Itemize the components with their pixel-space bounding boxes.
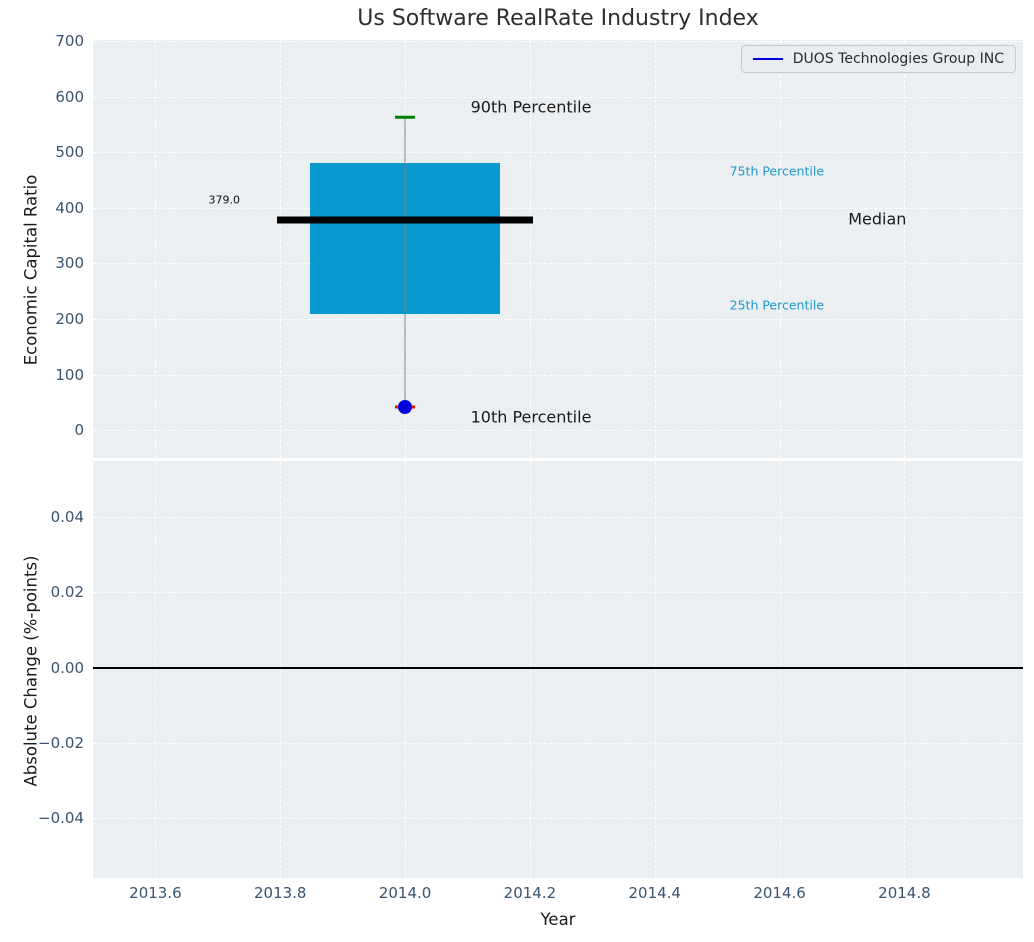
gridline-horizontal [93, 319, 1023, 321]
gridline-vertical [155, 40, 157, 458]
top-y-axis-label: Economic Capital Ratio [21, 174, 41, 366]
gridline-vertical [529, 461, 531, 878]
annotation-379-0: 379.0 [208, 193, 240, 207]
x-tick-label: 2014.6 [753, 884, 806, 902]
figure: Us Software RealRate Industry Index Econ… [0, 0, 1034, 942]
x-tick-label: 2013.6 [129, 884, 182, 902]
y-tick-label: 100 [55, 365, 84, 384]
gridline-horizontal [93, 592, 1023, 594]
gridline-vertical [280, 40, 282, 458]
y-tick-label: 700 [55, 32, 84, 51]
x-axis-label: Year [540, 910, 576, 929]
gridline-horizontal [93, 41, 1023, 43]
gridline-horizontal [93, 374, 1023, 376]
bottom-axes: 0.04 0.02 0.00 −0.02 −0.04 [38, 461, 1023, 878]
y-tick-label: 400 [55, 198, 84, 217]
median-line [277, 216, 534, 224]
y-tick-label: 0.02 [50, 583, 84, 602]
bottom-y-axis-label: Absolute Change (%-points) [21, 555, 41, 787]
gridline-vertical [904, 461, 906, 878]
gridline-vertical [155, 461, 157, 878]
gridline-vertical [779, 40, 781, 458]
legend-line-sample [752, 57, 783, 61]
chart-title: Us Software RealRate Industry Index [357, 6, 759, 31]
x-tick-label: 2014.4 [628, 884, 681, 902]
gridline-vertical [904, 40, 906, 458]
x-tick-label: 2014.2 [503, 884, 557, 902]
x-tick-label: 2014.8 [878, 884, 931, 902]
y-tick-label: 0.04 [50, 508, 84, 527]
annotation-median: Median [848, 209, 907, 229]
gridline-vertical [779, 461, 781, 878]
gridline-vertical [654, 40, 656, 458]
whisker-line [404, 117, 406, 408]
y-tick-label: 0.00 [50, 658, 84, 677]
y-tick-label: 200 [55, 310, 84, 329]
y-tick-label: −0.02 [38, 733, 84, 752]
gridline-horizontal [93, 742, 1023, 744]
annotation-90th-percentile: 90th Percentile [470, 97, 592, 117]
annotation-75th-percentile: 75th Percentile [729, 163, 825, 179]
y-tick-label: −0.04 [38, 808, 84, 827]
gridline-horizontal [93, 152, 1023, 154]
y-tick-label: 600 [55, 87, 84, 106]
x-tick-strip: 2013.6 2013.8 2014.0 2014.2 2014.4 2014.6 2014… [93, 884, 1023, 904]
gridline-horizontal [93, 517, 1023, 519]
zero-line [93, 666, 1023, 669]
gridline-vertical [654, 461, 656, 878]
gridline-vertical [405, 461, 407, 878]
gridline-horizontal [93, 430, 1023, 432]
gridline-horizontal [93, 817, 1023, 819]
p90-cap [395, 116, 416, 119]
annotation-25th-percentile: 25th Percentile [729, 297, 825, 313]
y-tick-label: 500 [55, 143, 84, 162]
x-tick-label: 2013.8 [253, 884, 307, 902]
legend-label: DUOS Technologies Group INC [792, 51, 1004, 67]
top-axes: DUOS Technologies Group INC 0 100 200 300 40… [55, 32, 1023, 458]
gridline-vertical [280, 461, 282, 878]
y-tick-label: 0 [74, 421, 84, 440]
x-tick-label: 2014.0 [378, 884, 432, 902]
legend: DUOS Technologies Group INC [740, 45, 1016, 73]
annotation-10th-percentile: 10th Percentile [470, 407, 592, 427]
gridline-horizontal [93, 263, 1023, 265]
company-data-point [398, 400, 413, 415]
y-tick-label: 300 [55, 254, 84, 273]
